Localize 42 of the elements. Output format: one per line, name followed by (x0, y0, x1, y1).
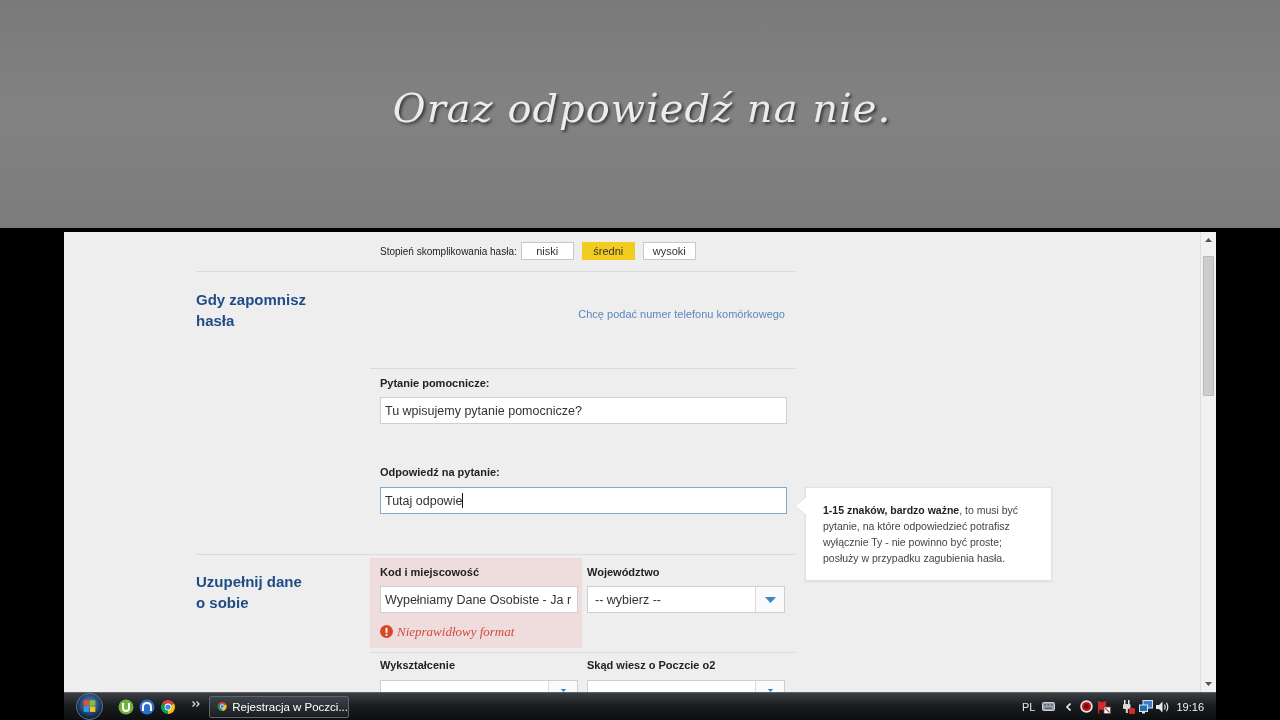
double-chevron-icon[interactable] (192, 700, 200, 707)
section-heading: Gdy zapomnisz hasła (196, 290, 308, 331)
strength-level-tab[interactable]: niski (520, 242, 574, 260)
field-label: Odpowiedź na pytanie: (380, 465, 501, 479)
field-label: Pytanie pomocnicze: (380, 376, 491, 390)
record-icon[interactable] (1080, 700, 1094, 713)
arch-circle-icon[interactable] (139, 698, 155, 715)
start-button[interactable] (76, 693, 103, 720)
clock[interactable]: 19:16 (1176, 700, 1204, 713)
language-indicator[interactable]: PL (1022, 700, 1036, 713)
scrollbar-thumb[interactable] (1203, 256, 1214, 396)
chevron-left-icon[interactable] (1066, 702, 1072, 711)
speaker-icon[interactable] (1156, 700, 1170, 713)
text-input[interactable]: Tutaj odpowie (380, 487, 787, 514)
browser-icon (217, 700, 228, 713)
text-input[interactable]: Tu wpisujemy pytanie pomocnicze? (380, 397, 787, 424)
tooltip: 1-15 znaków, bardzo ważne, to musi być pytanie, na które odpowiedzieć potrafisz wyłącznie Ty - nie powinno być proste; posłuży w przypadku zagubienia hasła. (805, 487, 1052, 581)
caret-down-icon (764, 596, 776, 603)
field-label: Wykształcenie (380, 658, 456, 672)
text-input[interactable]: Wypełniamy Dane Osobiste - Ja r (380, 586, 578, 613)
flag-icon[interactable] (1097, 699, 1112, 714)
dropdown[interactable]: -- wybierz -- (587, 586, 785, 613)
taskbar-window-button[interactable]: Rejestracja w Poczci... (209, 695, 349, 718)
field-label: Skąd wiesz o Poczcie o2 (587, 658, 717, 672)
keyboard-icon[interactable] (1042, 702, 1056, 711)
power-plug-icon[interactable] (1123, 699, 1136, 714)
error-icon (380, 625, 393, 638)
browser-icon[interactable] (160, 698, 176, 715)
text-cursor-icon (462, 493, 464, 508)
section-heading: Uzupełnij dane o sobie (196, 572, 303, 613)
scrollbar-track[interactable] (1200, 232, 1216, 692)
field-label: Kod i miejscowość (380, 565, 481, 579)
strength-label: Stopień skomplikowania hasła: (380, 245, 517, 257)
scroll-down-icon[interactable] (1205, 682, 1212, 686)
scroll-up-icon[interactable] (1205, 238, 1212, 242)
network-icon[interactable] (1139, 699, 1154, 714)
error-message: Nieprawidłowy format (397, 623, 515, 640)
hook-circle-icon[interactable] (118, 698, 134, 715)
field-label: Województwo (587, 565, 661, 579)
caption-text: Oraz odpowiedź na nie. (392, 85, 892, 131)
strength-level-tab[interactable]: wysoki (642, 242, 696, 260)
strength-level-tab[interactable]: średni (581, 242, 635, 260)
